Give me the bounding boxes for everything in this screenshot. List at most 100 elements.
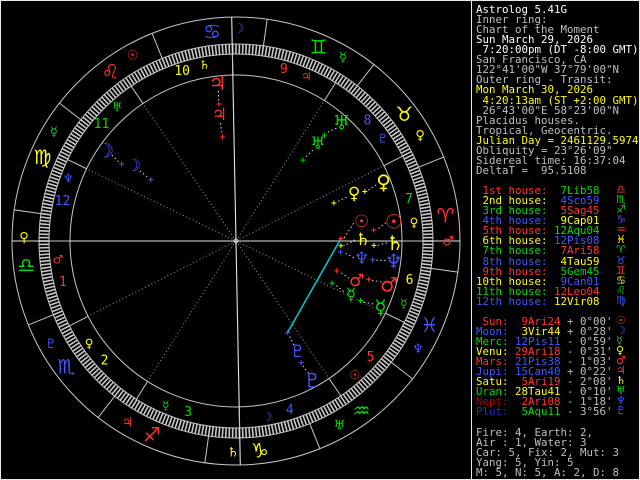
house-number-11: 11 <box>94 117 110 132</box>
sign-divider <box>204 436 210 463</box>
degree-tick <box>414 182 425 188</box>
degree-tick <box>184 50 189 61</box>
position-dot-mercury <box>329 280 335 286</box>
degree-tick <box>410 169 421 175</box>
degree-tick <box>43 199 54 203</box>
delta-t-text-0: DeltaT = 95.5108 <box>476 163 587 177</box>
planet-row-pluto-glyph-icon: ♇ <box>616 404 626 418</box>
sign-ruler-icon-leo: ☉ <box>127 48 139 63</box>
sign-glyph-taurus: ♉ <box>396 102 414 126</box>
info-sidebar: Astrolog 5.41G Inner ring: Chart of the Mo… <box>471 1 639 479</box>
house-number-6: 6 <box>406 273 414 288</box>
house-number-9: 9 <box>280 62 288 77</box>
degree-tick <box>248 44 251 55</box>
aspect-line-sun-pluto-sextile <box>286 238 342 333</box>
degree-tick <box>289 419 295 430</box>
position-dot-saturn <box>338 243 344 249</box>
cusp-line-9 <box>237 100 325 238</box>
degree-tick <box>39 253 50 256</box>
sign-ruler-icon-sagittarius: ♃ <box>122 416 134 431</box>
degree-tick <box>46 185 57 191</box>
sign-ruler-icon-taurus: ♀ <box>415 128 425 143</box>
position-dot-mars <box>366 276 372 282</box>
sign-ruler-icon-cancer: ☽ <box>233 22 245 37</box>
connector-venus <box>367 184 377 191</box>
degree-tick <box>421 212 432 216</box>
degree-tick <box>299 416 305 427</box>
sign-ruler-icon-gemini: ☿ <box>339 50 347 65</box>
degree-tick <box>224 427 228 438</box>
cusp-line-3 <box>147 244 235 382</box>
degree-tick <box>43 282 54 287</box>
degree-tick <box>45 288 56 293</box>
sign-glyph-leo: ♌ <box>102 59 120 83</box>
degree-tick <box>171 54 176 65</box>
degree-tick <box>420 209 431 213</box>
degree-tick <box>421 259 433 263</box>
degree-tick <box>412 176 423 181</box>
degree-tick <box>280 49 285 60</box>
degree-tick <box>218 427 221 438</box>
planet-glyph-outer-neptune: ♆ <box>385 249 403 273</box>
sign-divider <box>431 267 458 273</box>
position-dot-mercury <box>357 298 363 304</box>
degree-tick <box>274 423 278 434</box>
degree-tick <box>418 199 429 203</box>
degree-tick <box>422 253 433 256</box>
degree-tick <box>413 179 424 184</box>
degree-tick <box>248 427 251 438</box>
degree-tick <box>416 189 427 194</box>
degree-tick <box>411 172 422 178</box>
degree-tick <box>41 206 52 210</box>
sign-ruler-icon-aries: ♂ <box>442 235 454 250</box>
degree-tick <box>167 416 173 427</box>
degree-tick <box>39 256 50 259</box>
degree-tick <box>39 226 50 229</box>
sign-divider <box>28 314 54 326</box>
sign-divider <box>356 64 375 87</box>
degree-tick <box>164 56 170 67</box>
degree-tick <box>50 304 61 310</box>
degree-tick <box>204 425 208 436</box>
sign-divider <box>14 209 41 215</box>
planet-glyph-inner-pluto: ♇ <box>290 342 305 362</box>
degree-tick <box>244 427 248 438</box>
degree-tick <box>207 426 211 437</box>
connector-mars <box>339 271 350 279</box>
degree-tick <box>45 189 56 194</box>
degree-tick <box>221 427 224 438</box>
hemisphere-counts-text-0: M: 5, N: 5, A: 2, D: 8 <box>476 465 620 479</box>
sign-glyph-sagittarius: ♐ <box>143 422 161 446</box>
degree-tick <box>214 44 218 56</box>
degree-tick <box>302 415 308 426</box>
degree-tick <box>53 310 63 316</box>
planet-glyph-outer-mercury: ☿ <box>374 295 386 319</box>
sign-glyph-libra: ♎ <box>17 253 35 277</box>
planet-row-pluto-text-1: 5Aqu11 <box>508 405 561 419</box>
sign-glyph-aquarius: ♒ <box>353 399 371 423</box>
degree-tick <box>164 415 170 426</box>
degree-tick <box>197 424 202 435</box>
house-band-divider <box>385 312 405 323</box>
sign-ruler-icon-scorpio: ♇ <box>45 337 57 352</box>
house-band-divider <box>328 378 342 397</box>
house-ruler-icon-5: ☉ <box>349 368 360 382</box>
degree-tick <box>302 56 308 67</box>
position-dot-neptune <box>337 249 343 255</box>
sign-glyph-capricorn: ♑ <box>251 439 269 463</box>
house-ruler-icon-7: ♀ <box>410 215 419 229</box>
house-band-divider <box>324 82 337 101</box>
house-ruler-icon-9: ♃ <box>301 69 312 83</box>
degree-tick <box>422 249 433 253</box>
position-dot-moon <box>148 177 154 183</box>
degree-tick <box>49 176 60 181</box>
degree-tick <box>286 420 292 431</box>
degree-tick <box>277 423 282 434</box>
degree-tick <box>53 166 63 172</box>
degree-tick <box>421 216 432 220</box>
house-number-1: 1 <box>59 275 67 290</box>
degree-tick <box>415 185 426 191</box>
planet-glyph-outer-moon: ☽ <box>96 138 114 162</box>
sign-ruler-icon-pisces: ♆ <box>412 342 424 357</box>
degree-tick <box>39 223 50 226</box>
